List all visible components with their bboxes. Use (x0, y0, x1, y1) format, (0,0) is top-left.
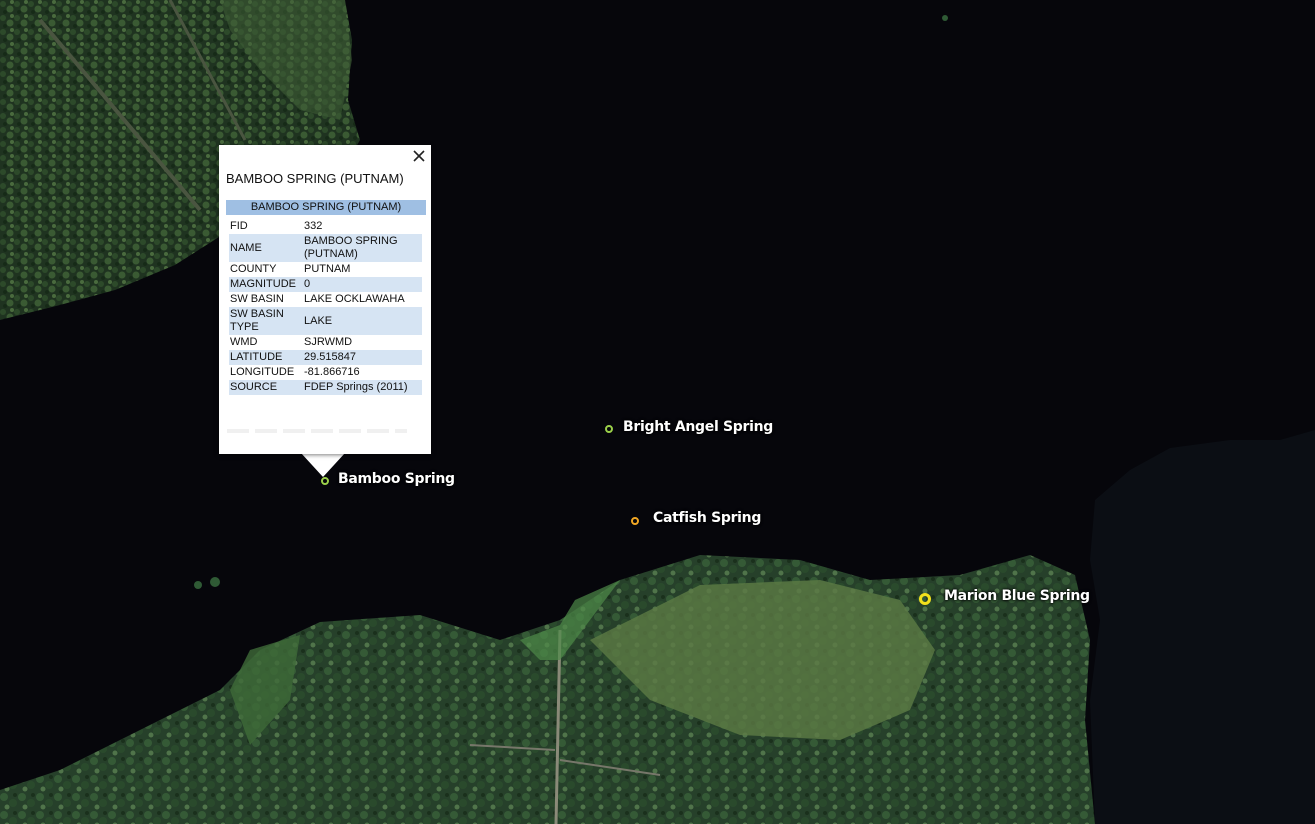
attribute-key: LONGITUDE (230, 366, 295, 378)
catfish-spring-marker[interactable] (631, 517, 639, 525)
attribute-value: 332 (304, 220, 323, 232)
bright-angel-spring-marker[interactable] (605, 425, 613, 433)
table-row: SW BASIN LAKE OCKLAWAHA (229, 292, 422, 307)
attribute-value: LAKE OCKLAWAHA (304, 293, 405, 305)
table-row: LATITUDE 29.515847 (229, 350, 422, 365)
popup-table-header: BAMBOO SPRING (PUTNAM) (226, 200, 426, 215)
map-view[interactable]: Bright Angel Spring Bamboo Spring Catfis… (0, 0, 1315, 824)
table-row: SOURCE FDEP Springs (2011) (229, 380, 422, 395)
attribute-value: SJRWMD (304, 336, 353, 348)
attribute-key: WMD (230, 336, 258, 348)
table-row: WMD SJRWMD (229, 335, 422, 350)
table-row: SW BASIN TYPE LAKE (229, 307, 422, 335)
attribute-value: FDEP Springs (2011) (303, 380, 422, 395)
feature-info-popup: BAMBOO SPRING (PUTNAM) BAMBOO SPRING (PU… (219, 145, 431, 454)
bright-angel-spring-label[interactable]: Bright Angel Spring (623, 419, 773, 435)
close-icon[interactable] (411, 148, 427, 164)
attribute-value: PUTNAM (304, 263, 351, 275)
bamboo-spring-label[interactable]: Bamboo Spring (338, 471, 455, 487)
popup-title: BAMBOO SPRING (PUTNAM) (226, 171, 404, 186)
marion-blue-spring-marker[interactable] (919, 593, 931, 605)
attribute-key: SW BASIN TYPE (229, 307, 303, 335)
attribute-key: MAGNITUDE (229, 277, 303, 292)
attribute-key: SW BASIN (230, 293, 284, 305)
table-row: NAME BAMBOO SPRING (PUTNAM) (229, 234, 422, 262)
attribute-value: 29.515847 (303, 350, 422, 365)
popup-pointer (301, 453, 345, 477)
bamboo-spring-marker[interactable] (321, 477, 329, 485)
attribute-value: LAKE (303, 307, 422, 335)
table-row: MAGNITUDE 0 (229, 277, 422, 292)
marion-blue-spring-label[interactable]: Marion Blue Spring (944, 588, 1090, 604)
attribute-key: NAME (229, 234, 303, 262)
attribute-table: FID 332 NAME BAMBOO SPRING (PUTNAM) COUNTY… (229, 219, 422, 395)
attribute-value: 0 (303, 277, 422, 292)
table-row: FID 332 (229, 219, 422, 234)
attribute-key: FID (230, 220, 248, 232)
attribute-key: COUNTY (230, 263, 277, 275)
attribute-key: SOURCE (229, 380, 303, 395)
table-row: COUNTY PUTNAM (229, 262, 422, 277)
popup-scroll-fade (227, 429, 407, 433)
satellite-imagery (0, 0, 1315, 824)
catfish-spring-label[interactable]: Catfish Spring (653, 510, 761, 526)
attribute-value: -81.866716 (304, 366, 360, 378)
attribute-value: BAMBOO SPRING (PUTNAM) (303, 234, 422, 262)
table-row: LONGITUDE -81.866716 (229, 365, 422, 380)
attribute-key: LATITUDE (229, 350, 303, 365)
